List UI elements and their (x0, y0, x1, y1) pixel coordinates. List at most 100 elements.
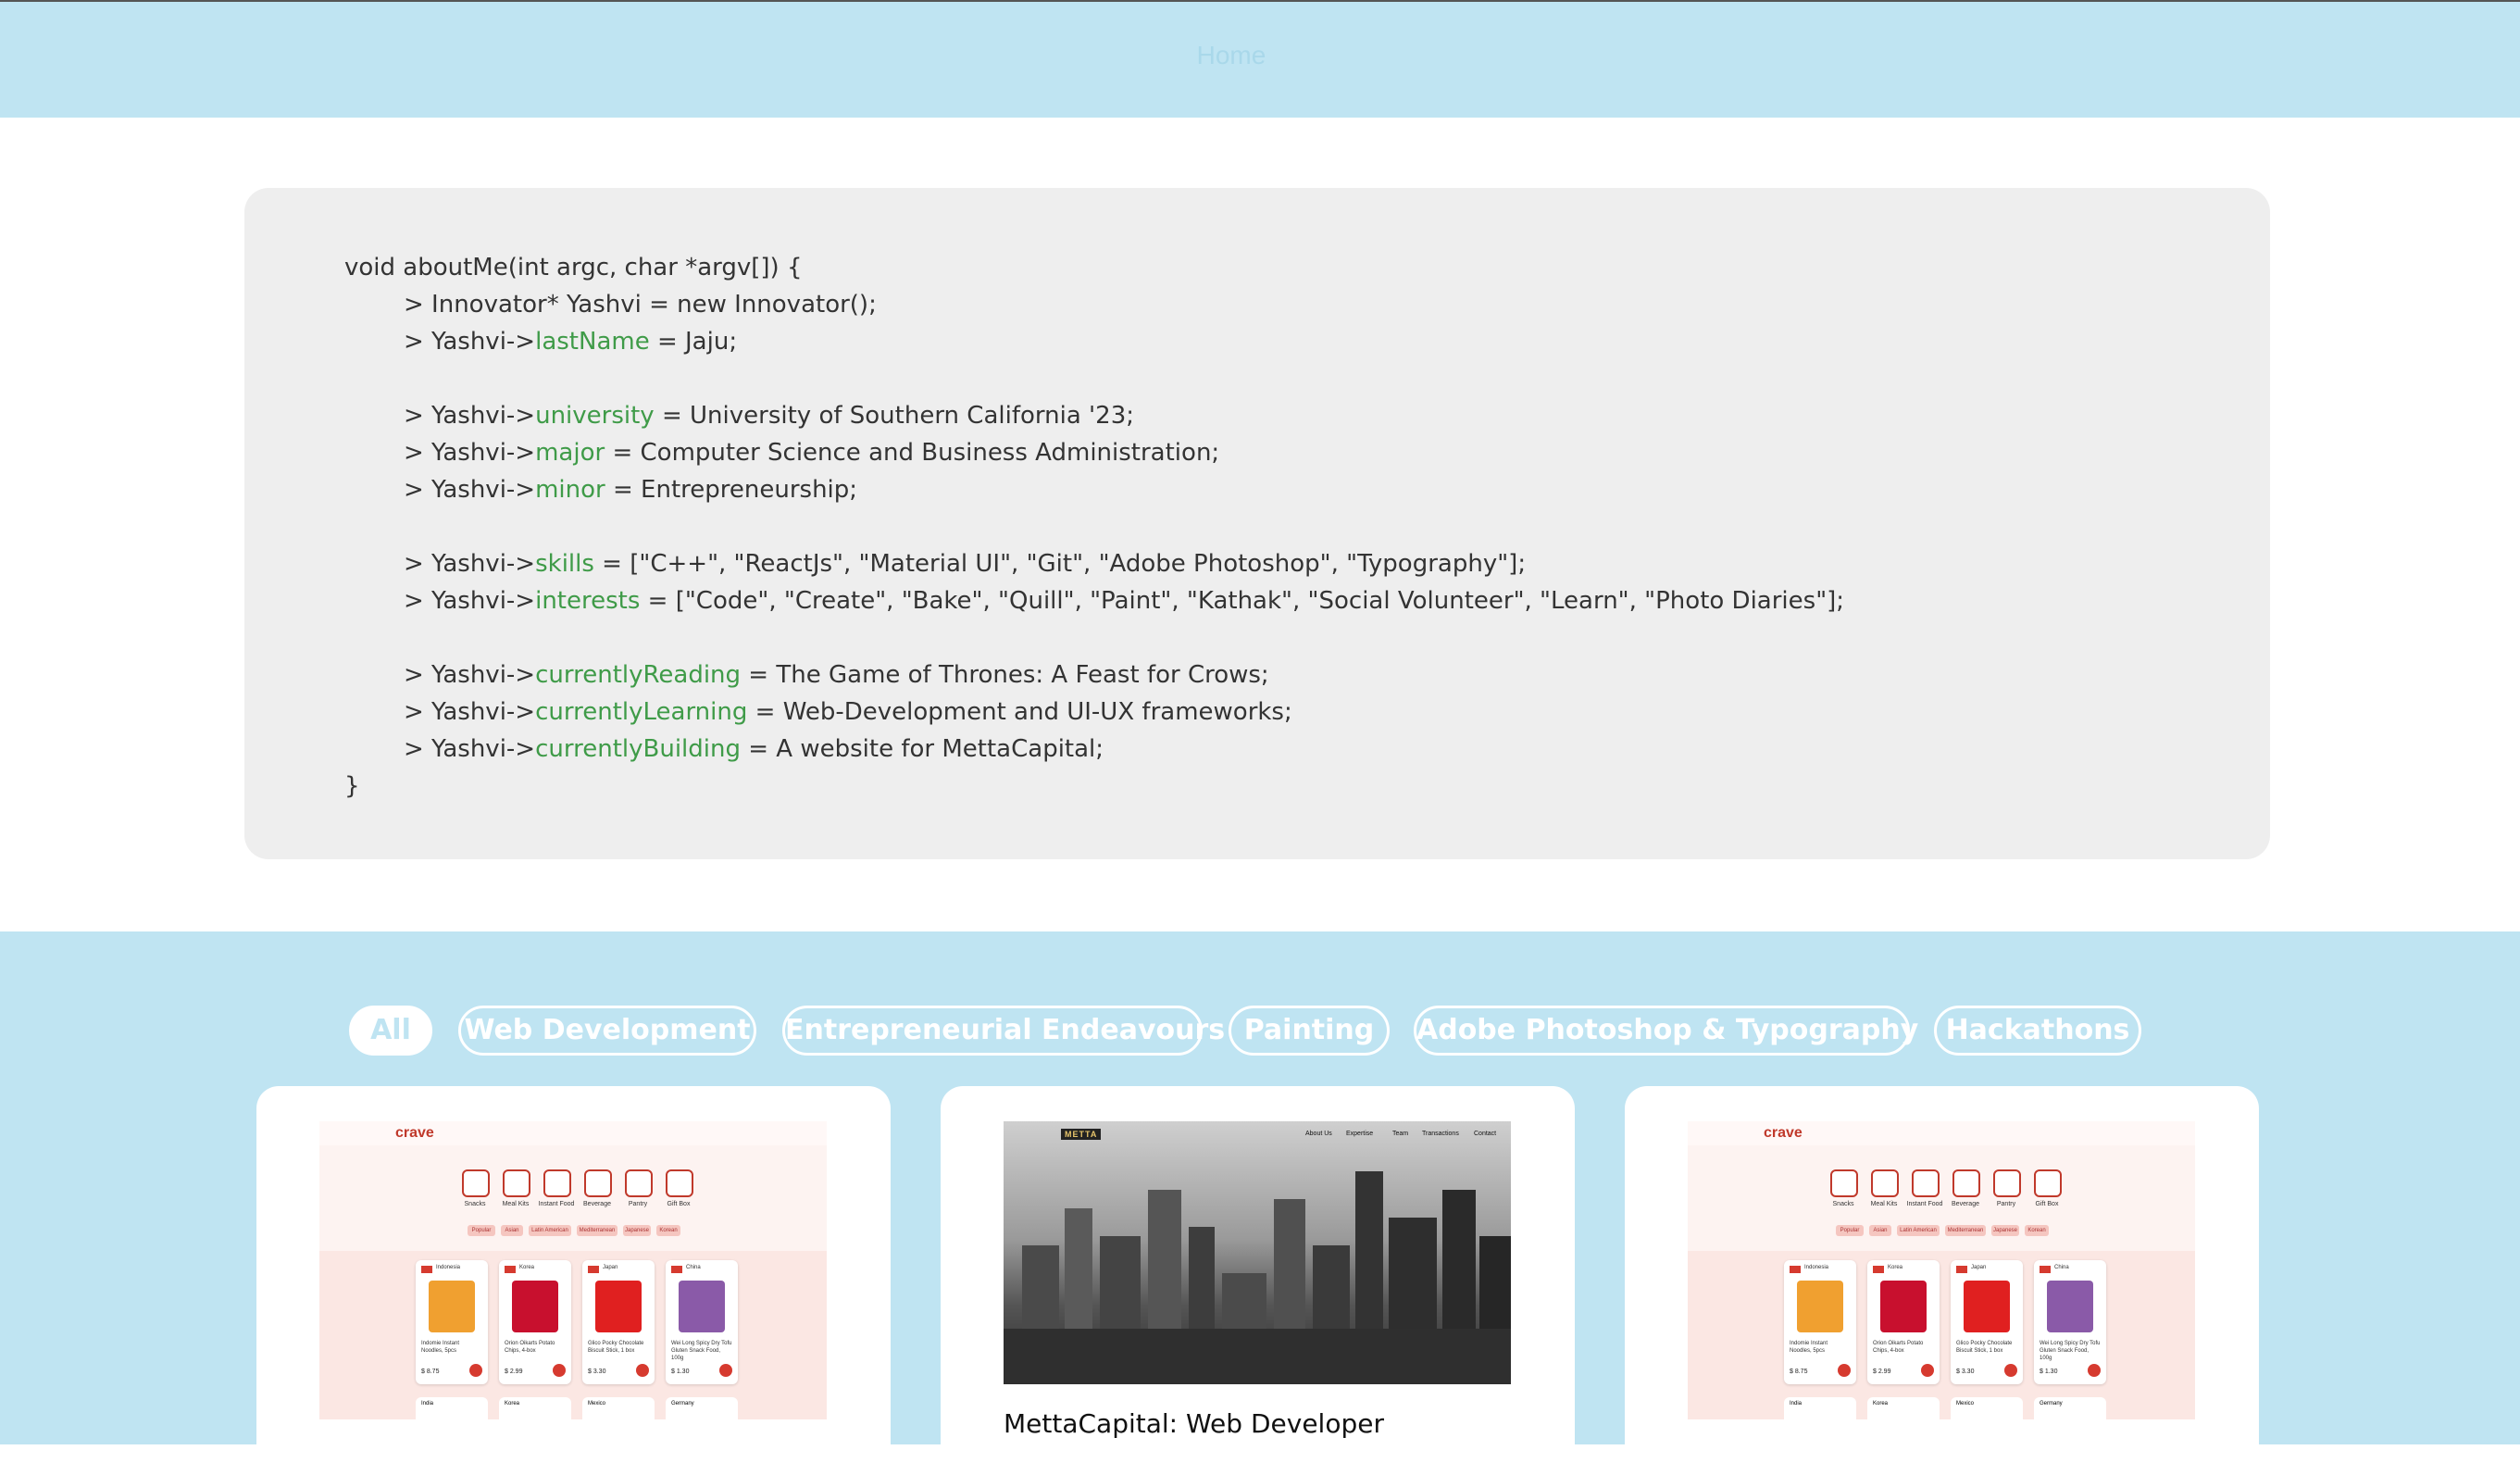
category-icon (2034, 1169, 2062, 1197)
add-to-cart-icon (1838, 1364, 1851, 1377)
filter-painting[interactable]: Painting (1229, 1006, 1390, 1056)
add-to-cart-icon (2004, 1364, 2017, 1377)
top-nav-bar: Home (0, 0, 2520, 118)
product-card: Korea (1867, 1397, 1940, 1419)
product-country: Mexico (588, 1401, 606, 1406)
product-country: Japan (603, 1265, 618, 1270)
crave-products-panel: Indonesia Indomie Instant Noodles, 5pcs … (319, 1251, 827, 1419)
category-label: Meal Kits (1870, 1201, 1898, 1207)
category-icon (503, 1169, 530, 1197)
product-card: Korea (499, 1397, 571, 1419)
code-closing-brace: } (344, 772, 360, 800)
filter-web-development[interactable]: Web Development (458, 1006, 756, 1056)
crave-categories: Snacks Meal Kits Instant Food Beverage P… (458, 1169, 699, 1214)
category-label: Beverage (583, 1201, 611, 1207)
category-icon (584, 1169, 612, 1197)
product-image (512, 1281, 558, 1332)
crave-tag: Latin American (1897, 1225, 1940, 1236)
product-card: Indonesia Indomie Instant Noodles, 5pcs … (1784, 1260, 1856, 1384)
product-country: Korea (1873, 1401, 1889, 1406)
metta-nav-item: Team (1392, 1131, 1409, 1137)
product-country: Germany (671, 1401, 694, 1406)
project-card[interactable]: METTA About Us Expertise Team Transactio… (941, 1086, 1575, 1475)
category-label: Gift Box (667, 1201, 691, 1207)
crave-logo: crave (1764, 1125, 1803, 1141)
product-price: $ 2.99 (1873, 1369, 1891, 1375)
category-label: Snacks (464, 1201, 486, 1207)
category-icon (625, 1169, 653, 1197)
flag-icon (671, 1266, 682, 1273)
product-price: $ 3.30 (588, 1369, 606, 1375)
crave-tag: Asian (501, 1225, 523, 1236)
project-card[interactable]: crave Snacks Meal Kits Instant Food Beve… (256, 1086, 891, 1475)
crave-tag: Korean (656, 1225, 680, 1236)
product-image (595, 1281, 642, 1332)
code-line-lastname: > Yashvi->lastName = Jaju; (404, 328, 738, 356)
crave-tag: Popular (468, 1225, 495, 1236)
add-to-cart-icon (1921, 1364, 1934, 1377)
product-country: Korea (1888, 1265, 1903, 1270)
product-price: $ 8.75 (421, 1369, 440, 1375)
product-country: Korea (505, 1401, 520, 1406)
crave-tag: Popular (1836, 1225, 1864, 1236)
category-icon (1830, 1169, 1858, 1197)
category-label: Instant Food (538, 1201, 575, 1207)
category-icon (1952, 1169, 1980, 1197)
code-line-building: > Yashvi->currentlyBuilding = A website … (404, 735, 1104, 763)
code-innovator-line: > Innovator* Yashvi = new Innovator(); (404, 291, 877, 319)
product-image (2047, 1281, 2093, 1332)
flag-icon (2040, 1266, 2051, 1273)
project-card[interactable]: crave Snacks Meal Kits Instant Food Beve… (1625, 1086, 2259, 1475)
product-card: China Wei Long Spicy Dry Tofu Gluten Sna… (2034, 1260, 2106, 1384)
product-name: Orion Oikarts Potato Chips, 4-box (1873, 1341, 1924, 1354)
nav-home-link[interactable]: Home (0, 41, 2463, 70)
category-label: Beverage (1952, 1201, 1979, 1207)
crave-tags: Popular Asian Latin American Mediterrane… (468, 1225, 690, 1238)
product-name: Glico Pocky Chocolate Biscuit Stick, 1 b… (588, 1341, 644, 1354)
product-price: $ 2.99 (505, 1369, 523, 1375)
product-name: Glico Pocky Chocolate Biscuit Stick, 1 b… (1956, 1341, 2013, 1354)
project-thumbnail: METTA About Us Expertise Team Transactio… (1004, 1121, 1511, 1384)
filter-entrepreneurial-endeavours[interactable]: Entrepreneurial Endeavours (782, 1006, 1225, 1056)
project-title: MettaCapital: Web Developer (1004, 1408, 1384, 1439)
crave-header: crave (1688, 1121, 2195, 1145)
crave-tag: Japanese (623, 1225, 651, 1236)
product-country: Mexico (1956, 1401, 1975, 1406)
product-price: $ 1.30 (671, 1369, 690, 1375)
crave-tag: Latin American (529, 1225, 571, 1236)
product-country: Japan (1971, 1265, 1987, 1270)
product-name: Wei Long Spicy Dry Tofu Gluten Snack Foo… (2040, 1341, 2101, 1361)
category-label: Pantry (628, 1201, 648, 1207)
product-price: $ 1.30 (2040, 1369, 2058, 1375)
category-icon (666, 1169, 693, 1197)
code-line-major: > Yashvi->major = Computer Science and B… (404, 439, 1220, 467)
filter-hackathons[interactable]: Hackathons (1934, 1006, 2141, 1056)
metta-logo: METTA (1061, 1129, 1102, 1140)
category-label: Snacks (1832, 1201, 1854, 1207)
product-card: Korea Orion Oikarts Potato Chips, 4-box … (499, 1260, 571, 1384)
code-blank (344, 619, 2270, 656)
add-to-cart-icon (553, 1364, 566, 1377)
product-name: Wei Long Spicy Dry Tofu Gluten Snack Foo… (671, 1341, 732, 1361)
category-filter-bar: All Web Development Entrepreneurial Ende… (0, 1006, 2520, 1061)
filter-photoshop-typography[interactable]: Adobe Photoshop & Typography (1414, 1006, 1918, 1056)
crave-tag: Asian (1869, 1225, 1891, 1236)
product-card: Mexico (582, 1397, 655, 1419)
product-price: $ 3.30 (1956, 1369, 1975, 1375)
code-line-interests: > Yashvi->interests = ["Code", "Create",… (404, 587, 1845, 615)
category-label: Gift Box (2035, 1201, 2059, 1207)
about-me-code-block: void aboutMe(int argc, char *argv[]) { >… (244, 188, 2270, 859)
crave-tag: Korean (2025, 1225, 2049, 1236)
product-card: Germany (2034, 1397, 2106, 1419)
product-image (1880, 1281, 1927, 1332)
product-image (679, 1281, 725, 1332)
filter-all[interactable]: All (349, 1006, 432, 1056)
code-line-learning: > Yashvi->currentlyLearning = Web-Develo… (404, 698, 1292, 726)
flag-icon (1873, 1266, 1884, 1273)
flag-icon (588, 1266, 599, 1273)
code-line-reading: > Yashvi->currentlyReading = The Game of… (404, 661, 1269, 689)
product-country: China (686, 1265, 701, 1270)
product-card: Korea Orion Oikarts Potato Chips, 4-box … (1867, 1260, 1940, 1384)
crave-logo: crave (395, 1125, 434, 1141)
product-card: Japan Glico Pocky Chocolate Biscuit Stic… (582, 1260, 655, 1384)
